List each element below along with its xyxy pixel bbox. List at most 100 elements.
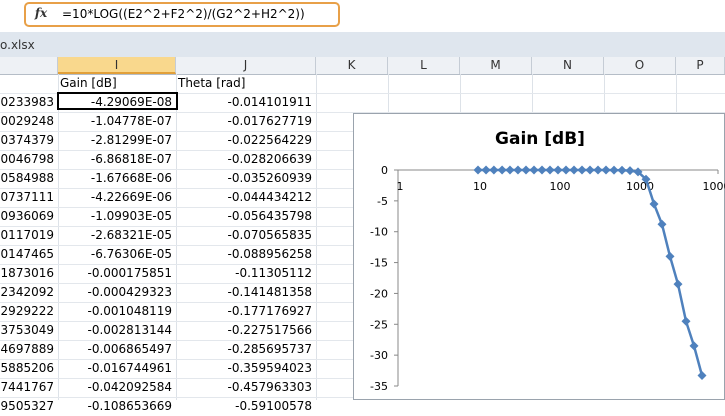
row-gain-cell[interactable]: -0.001048119 [58, 302, 176, 321]
row-gain-cell[interactable]: -0.000175851 [58, 264, 176, 283]
row-h-cell[interactable]: 0737111 [0, 188, 58, 207]
gain-data-point [681, 317, 690, 326]
column-header-o[interactable]: O [604, 57, 676, 74]
row-theta-cell[interactable]: -0.070565835 [176, 226, 316, 245]
gain-data-point [625, 166, 634, 175]
row-gain-cell[interactable]: -0.000429323 [58, 283, 176, 302]
row-h-cell[interactable]: 0584988 [0, 169, 58, 188]
row-h-cell[interactable]: 4697889 [0, 340, 58, 359]
insert-function-icon[interactable]: fx [30, 3, 52, 23]
row-gain-cell[interactable]: -2.81299E-07 [58, 131, 176, 150]
file-title-strip: o.xlsx [0, 32, 725, 58]
row-h-cell[interactable]: 0029248 [0, 112, 58, 131]
gain-data-point [521, 166, 530, 175]
column-header-m[interactable]: M [460, 57, 532, 74]
row-gain-cell[interactable]: -0.006865497 [58, 340, 176, 359]
row-h-cell[interactable]: 0117019 [0, 226, 58, 245]
gain-data-point [601, 166, 610, 175]
gain-data-point [538, 166, 547, 175]
row-gain-cell[interactable]: -1.67668E-06 [58, 169, 176, 188]
gain-data-point [657, 220, 666, 229]
row-theta-cell[interactable]: -0.141481358 [176, 283, 316, 302]
x-tick-label: 10 [473, 180, 487, 193]
gain-data-point [690, 341, 699, 350]
column-header-i[interactable]: I [58, 57, 176, 74]
row-h-cell[interactable]: 0233983 [0, 93, 58, 112]
y-tick-label: -15 [370, 257, 388, 270]
row-theta-cell[interactable]: -0.11305112 [176, 264, 316, 283]
column-header-j[interactable]: J [176, 57, 316, 74]
row-gain-cell[interactable]: -1.04778E-07 [58, 112, 176, 131]
gain-series-line [478, 170, 702, 376]
gain-data-point [698, 371, 707, 380]
column-header-n[interactable]: N [532, 57, 604, 74]
column-header-row: I J K L M N O P [0, 57, 725, 75]
column-header-k[interactable]: K [316, 57, 388, 74]
row-theta-cell[interactable]: -0.056435798 [176, 207, 316, 226]
row-gain-cell[interactable]: -0.042092584 [58, 378, 176, 397]
gain-chart[interactable]: Gain [dB]0-5-10-15-20-25-30-351101001000… [353, 113, 725, 400]
header-cell-gain[interactable]: Gain [dB] [58, 74, 176, 93]
chart-title: Gain [dB] [495, 129, 585, 149]
y-tick-label: -10 [370, 226, 388, 239]
gain-data-point [593, 166, 602, 175]
row-h-cell[interactable]: 0374379 [0, 131, 58, 150]
row-gain-cell[interactable]: -6.86818E-07 [58, 150, 176, 169]
row-theta-cell[interactable]: -0.088956258 [176, 245, 316, 264]
row-h-cell[interactable]: 2929222 [0, 302, 58, 321]
row-theta-cell[interactable]: -0.028206639 [176, 150, 316, 169]
row-theta-cell[interactable]: -0.227517566 [176, 321, 316, 340]
formula-bar: fx =10*LOG((E2^2+F2^2)/(G2^2+H2^2)) [0, 0, 725, 33]
row-gain-cell[interactable]: -6.76306E-05 [58, 245, 176, 264]
gain-data-point [498, 166, 507, 175]
row-gain-cell[interactable]: -0.002813144 [58, 321, 176, 340]
row-gain-cell[interactable]: -1.09903E-05 [58, 207, 176, 226]
row-h-cell[interactable]: 5885206 [0, 359, 58, 378]
gain-data-point [586, 166, 595, 175]
row-theta-cell[interactable]: -0.014101911 [176, 93, 316, 112]
header-cell-theta[interactable]: Theta [rad] [176, 74, 316, 93]
row-theta-cell[interactable]: -0.177176927 [176, 302, 316, 321]
row-h-cell[interactable]: 0936069 [0, 207, 58, 226]
row-gain-cell[interactable]: -2.68321E-05 [58, 226, 176, 245]
row-theta-cell[interactable]: -0.022564229 [176, 131, 316, 150]
gain-data-point [529, 166, 538, 175]
gain-data-point [513, 166, 522, 175]
row-h-cell[interactable]: 3753049 [0, 321, 58, 340]
y-tick-label: -5 [377, 195, 388, 208]
y-tick-label: -25 [370, 318, 388, 331]
gain-data-point [505, 166, 514, 175]
formula-input[interactable]: =10*LOG((E2^2+F2^2)/(G2^2+H2^2)) [62, 7, 305, 21]
gain-data-point [577, 166, 586, 175]
row-theta-cell[interactable]: -0.035260939 [176, 169, 316, 188]
column-header-l[interactable]: L [388, 57, 460, 74]
row-h-cell[interactable]: 0046798 [0, 150, 58, 169]
y-tick-label: -30 [370, 349, 388, 362]
gain-data-point [562, 166, 571, 175]
row-h-cell[interactable]: 2342092 [0, 283, 58, 302]
row-h-cell[interactable]: 0147465 [0, 245, 58, 264]
row-theta-cell[interactable]: -0.017627719 [176, 112, 316, 131]
row-gain-cell[interactable]: -4.22669E-06 [58, 188, 176, 207]
row-theta-cell[interactable]: -0.285695737 [176, 340, 316, 359]
gain-data-point [650, 199, 659, 208]
gain-data-point [482, 166, 491, 175]
row-h-cell[interactable]: 7441767 [0, 378, 58, 397]
file-name: o.xlsx [0, 38, 35, 52]
gain-data-point [474, 166, 483, 175]
gain-data-point [610, 166, 619, 175]
gain-data-point [673, 280, 682, 289]
column-header-p[interactable]: P [676, 57, 725, 74]
y-tick-label: -35 [370, 380, 388, 393]
gain-data-point [666, 252, 675, 261]
active-cell-selection [57, 92, 178, 110]
row-theta-cell[interactable]: -0.457963303 [176, 378, 316, 397]
gain-chart-svg: Gain [dB]0-5-10-15-20-25-30-351101001000… [354, 114, 725, 401]
x-tick-label: 100 [550, 180, 571, 193]
gain-data-point [545, 166, 554, 175]
row-theta-cell[interactable]: -0.044434212 [176, 188, 316, 207]
row-theta-cell[interactable]: -0.359594023 [176, 359, 316, 378]
row-gain-cell[interactable]: -0.016744961 [58, 359, 176, 378]
column-header-h[interactable] [0, 57, 58, 74]
row-h-cell[interactable]: 1873016 [0, 264, 58, 283]
